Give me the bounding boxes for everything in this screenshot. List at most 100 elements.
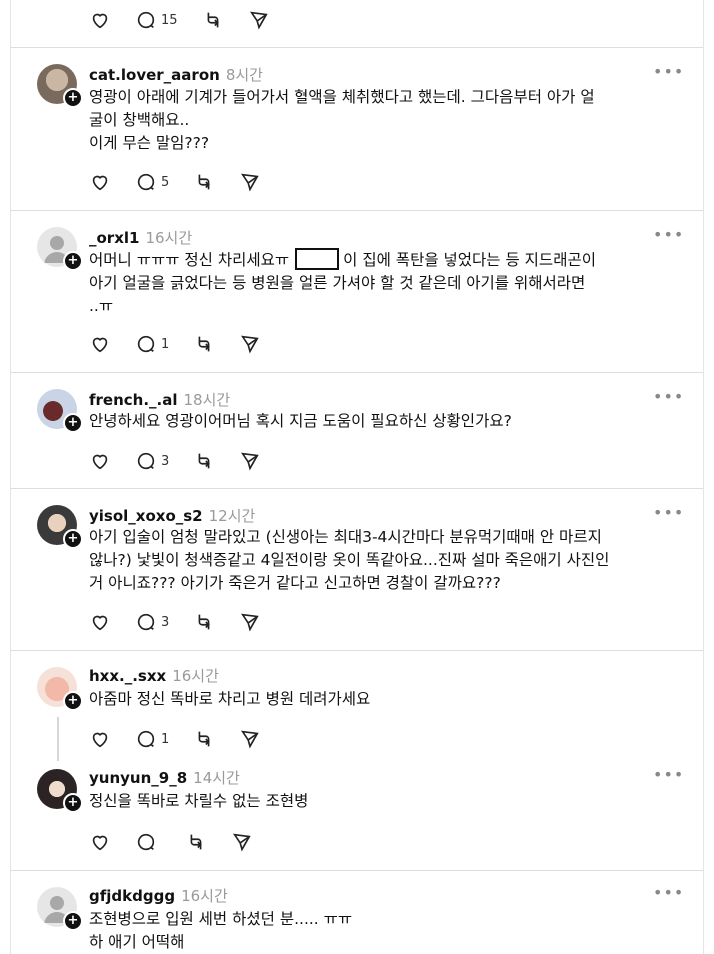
avatar[interactable]: + — [37, 389, 83, 433]
username[interactable]: cat.lover_aaron — [89, 66, 220, 84]
more-icon[interactable]: ••• — [653, 62, 684, 81]
repost-icon — [198, 336, 211, 352]
plus-icon[interactable]: + — [63, 413, 83, 433]
like-button[interactable] — [89, 831, 111, 853]
divider — [11, 210, 703, 211]
share-button[interactable] — [248, 9, 270, 31]
body-line: 거 아니죠??? 아기가 죽은거 같다고 신고하면 경찰이 갈까요??? — [89, 574, 501, 592]
heart-icon — [92, 835, 108, 851]
repost-button[interactable] — [193, 450, 215, 472]
send-icon — [241, 613, 259, 632]
avatar[interactable]: + — [37, 64, 83, 108]
avatar[interactable]: + — [37, 667, 83, 711]
username[interactable]: hxx._.sxx — [89, 667, 166, 685]
post-body: 어머니 ㅠㅠㅠ 정신 차리세요ㅠ 이 집에 폭탄을 넣었다는 등 지드래곤이 아기… — [89, 248, 689, 318]
reply-button[interactable]: 15 — [135, 9, 178, 31]
body-line: 영광이 아래에 기계가 들어가서 혈액을 체취했다고 했는데. 그다음부터 아가… — [89, 88, 595, 106]
share-button[interactable] — [239, 611, 261, 633]
comment-icon — [137, 613, 155, 631]
like-button[interactable] — [89, 728, 111, 750]
thread-line — [57, 717, 59, 761]
post-body: 영광이 아래에 기계가 들어가서 혈액을 체취했다고 했는데. 그다음부터 아가… — [89, 86, 689, 155]
more-icon[interactable]: ••• — [653, 503, 684, 522]
plus-icon[interactable]: + — [63, 911, 83, 931]
body-line: 어머니 ㅠㅠㅠ 정신 차리세요ㅠ 이 집에 폭탄을 넣었다는 등 지드래곤이 — [89, 248, 689, 272]
more-icon[interactable]: ••• — [653, 883, 684, 902]
like-button[interactable] — [89, 171, 111, 193]
repost-button[interactable] — [193, 611, 215, 633]
body-line: 조현병으로 입원 세번 하셨던 분..... ㅠㅠ — [89, 910, 353, 928]
share-button[interactable] — [239, 171, 261, 193]
reply-count: 1 — [161, 336, 170, 352]
username[interactable]: french._.al — [89, 391, 178, 409]
send-icon — [249, 11, 268, 30]
divider — [11, 870, 703, 871]
post-body: 정신을 똑바로 차릴수 없는 조현병 — [89, 790, 689, 813]
reply-button[interactable]: 3 — [135, 611, 169, 633]
body-text: 이 집에 폭탄을 넣었다는 등 지드래곤이 — [343, 251, 596, 269]
more-icon[interactable]: ••• — [653, 765, 684, 784]
avatar[interactable]: + — [37, 887, 83, 931]
comment-icon — [137, 173, 155, 191]
post-actions — [89, 830, 277, 854]
username[interactable]: gfjdkdggg — [89, 887, 175, 905]
plus-icon[interactable]: + — [63, 691, 83, 711]
repost-icon — [198, 731, 211, 747]
reply-button[interactable]: 3 — [135, 450, 169, 472]
avatar[interactable]: + — [37, 505, 83, 549]
username[interactable]: yunyun_9_8 — [89, 769, 187, 787]
reply-button[interactable]: 1 — [135, 728, 169, 750]
repost-button[interactable] — [193, 171, 215, 193]
reply-count: 5 — [161, 174, 170, 190]
timestamp: 12시간 — [208, 507, 256, 525]
post-body: 조현병으로 입원 세번 하셨던 분..... ㅠㅠ 하 애기 어떡해 — [89, 908, 689, 954]
post-actions: 1 — [89, 332, 285, 356]
heart-icon — [92, 615, 108, 631]
plus-icon[interactable]: + — [63, 529, 83, 549]
repost-icon — [198, 453, 211, 469]
reply-button[interactable] — [135, 831, 161, 853]
body-line: 않나?) 낯빛이 청색증같고 4일전이랑 옷이 똑같아요...진짜 설마 죽은애… — [89, 551, 610, 569]
heart-icon — [92, 13, 108, 29]
divider — [11, 372, 703, 373]
timestamp: 8시간 — [225, 66, 263, 84]
share-button[interactable] — [239, 728, 261, 750]
share-button[interactable] — [239, 450, 261, 472]
like-button[interactable] — [89, 611, 111, 633]
avatar[interactable]: + — [37, 769, 83, 813]
repost-button[interactable] — [185, 831, 207, 853]
post-body: 아줌마 정신 똑바로 차리고 병원 데려가세요 — [89, 688, 689, 711]
reply-count: 3 — [161, 614, 170, 630]
post-actions: 3 — [89, 449, 285, 473]
more-icon[interactable]: ••• — [653, 387, 684, 406]
timestamp: 14시간 — [193, 769, 240, 787]
username[interactable]: yisol_xoxo_s2 — [89, 507, 203, 525]
plus-icon[interactable]: + — [63, 793, 83, 813]
comment-icon — [137, 452, 155, 470]
repost-button[interactable] — [202, 9, 224, 31]
repost-icon — [198, 614, 211, 630]
heart-icon — [92, 732, 108, 748]
more-icon[interactable]: ••• — [653, 225, 684, 244]
post-body: 아기 입술이 엄청 말라있고 (신생아는 최대3-4시간마다 분유먹기때매 안 … — [89, 526, 689, 595]
reply-button[interactable]: 1 — [135, 333, 169, 355]
repost-icon — [190, 834, 202, 850]
body-text: 어머니 ㅠㅠㅠ 정신 차리세요ㅠ — [89, 251, 290, 269]
repost-icon — [198, 174, 211, 190]
plus-icon[interactable]: + — [63, 251, 83, 271]
share-button[interactable] — [239, 333, 261, 355]
like-button[interactable] — [89, 450, 111, 472]
avatar[interactable]: + — [37, 227, 83, 271]
heart-icon — [92, 175, 108, 191]
repost-button[interactable] — [193, 333, 215, 355]
body-line: 하 애기 어떡해 — [89, 933, 185, 951]
comment-icon — [137, 11, 155, 29]
share-button[interactable] — [231, 831, 253, 853]
repost-button[interactable] — [193, 728, 215, 750]
reply-button[interactable]: 5 — [135, 171, 169, 193]
like-button[interactable] — [89, 333, 111, 355]
plus-icon[interactable]: + — [63, 88, 83, 108]
like-button[interactable] — [89, 9, 111, 31]
post-actions: 5 — [89, 170, 285, 194]
username[interactable]: _orxl1 — [89, 229, 139, 247]
